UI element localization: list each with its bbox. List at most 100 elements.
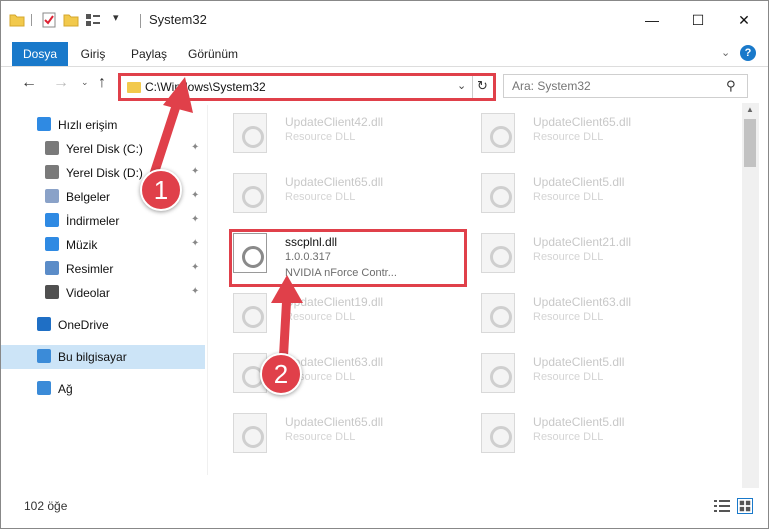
sidebar-item-label: Yerel Disk (C:) <box>66 142 143 156</box>
file-type: Resource DLL <box>533 251 604 263</box>
new-folder-icon[interactable] <box>63 12 79 28</box>
file-item[interactable]: sscplnl.dll 1.0.0.317 NVIDIA nForce Contr.… <box>215 227 453 283</box>
address-dropdown-icon[interactable]: ⌄ <box>457 79 466 92</box>
title-bar: ▾ System32 — ☐ ✕ <box>1 1 768 39</box>
file-item[interactable]: UpdateClient65.dll Resource DLL <box>215 167 453 223</box>
up-arrow-icon[interactable]: ↑ <box>98 74 106 92</box>
scrollbar-thumb[interactable] <box>744 119 756 167</box>
file-name: UpdateClient5.dll <box>533 175 625 189</box>
quick-access-dropdown-icon[interactable]: ▾ <box>113 11 119 24</box>
forward-arrow-icon[interactable]: → <box>53 74 69 92</box>
file-item[interactable]: UpdateClient65.dll Resource DLL <box>215 407 453 463</box>
file-name: sscplnl.dll <box>285 235 338 249</box>
address-separator <box>472 76 473 98</box>
sidebar-item[interactable]: Ağ <box>1 377 205 401</box>
sidebar-item[interactable]: Resimler ✦ <box>1 257 205 281</box>
sidebar-item-label: Videolar <box>66 286 110 300</box>
ribbon-tabs: Dosya Giriş Paylaş Görünüm ⌄ ? <box>1 42 768 66</box>
ribbon-expand-icon[interactable]: ⌄ <box>721 46 730 59</box>
file-item[interactable]: UpdateClient63.dll Resource DLL <box>463 287 701 343</box>
dll-file-icon <box>481 293 515 333</box>
downloads-icon <box>45 213 59 227</box>
tab-share[interactable]: Paylaş <box>125 42 173 66</box>
scroll-up-icon[interactable]: ▲ <box>746 105 754 114</box>
tab-file[interactable]: Dosya <box>12 42 68 66</box>
pin-icon[interactable]: ✦ <box>191 238 199 249</box>
file-item[interactable]: UpdateClient21.dll Resource DLL <box>463 227 701 283</box>
tab-home[interactable]: Giriş <box>73 42 113 66</box>
file-name: UpdateClient65.dll <box>533 115 632 129</box>
file-type: Resource DLL <box>533 431 604 443</box>
sidebar-item[interactable]: Bu bilgisayar <box>1 345 205 369</box>
folder-icon[interactable] <box>9 12 25 28</box>
refresh-icon[interactable]: ↻ <box>477 78 488 94</box>
file-type: Resource DLL <box>533 311 604 323</box>
onedrive-icon <box>37 317 51 331</box>
back-arrow-icon[interactable]: ← <box>21 74 37 92</box>
toolbar-separator <box>31 14 32 26</box>
file-item[interactable]: UpdateClient5.dll Resource DLL <box>463 407 701 463</box>
dll-file-icon <box>233 233 267 273</box>
maximize-icon: ☐ <box>691 11 705 28</box>
dll-file-icon <box>233 413 267 453</box>
close-button[interactable]: ✕ <box>721 1 767 39</box>
file-type: Resource DLL <box>533 371 604 383</box>
pin-icon[interactable]: ✦ <box>191 214 199 225</box>
file-item[interactable]: UpdateClient63.dll Resource DLL <box>215 347 453 403</box>
search-icon[interactable]: ⚲ <box>726 78 736 94</box>
status-bar: 102 öğe <box>1 495 768 529</box>
recent-locations-icon[interactable]: ⌄ <box>81 77 89 88</box>
pane-divider <box>207 105 208 475</box>
sidebar-item[interactable]: Videolar ✦ <box>1 281 205 305</box>
pictures-icon <box>45 261 59 275</box>
search-input[interactable] <box>512 79 712 93</box>
navigation-bar: ← → ⌄ ↑ C:\Windows\System32 ⌄ ↻ ⚲ <box>1 67 768 101</box>
minimize-button[interactable]: — <box>629 1 675 39</box>
drive-icon <box>45 165 59 179</box>
file-item[interactable]: UpdateClient5.dll Resource DLL <box>463 347 701 403</box>
dll-file-icon <box>481 413 515 453</box>
window-title: System32 <box>149 12 207 27</box>
star-icon <box>37 117 51 131</box>
file-item[interactable]: UpdateClient5.dll Resource DLL <box>463 167 701 223</box>
help-icon[interactable]: ? <box>740 45 756 61</box>
sidebar-item-label: Bu bilgisayar <box>58 350 127 364</box>
toolbar-separator <box>140 14 141 28</box>
dll-file-icon <box>233 173 267 213</box>
music-icon <box>45 237 59 251</box>
sidebar-item[interactable]: İndirmeler ✦ <box>1 209 205 233</box>
dll-file-icon <box>481 353 515 393</box>
network-icon <box>37 381 51 395</box>
file-name: UpdateClient65.dll <box>285 175 384 189</box>
step-2-badge: 2 <box>260 353 302 395</box>
item-count: 102 öğe <box>24 499 68 513</box>
step-1-badge: 1 <box>140 169 182 211</box>
sidebar-item[interactable]: OneDrive <box>1 313 205 337</box>
dll-file-icon <box>481 113 515 153</box>
pin-icon[interactable]: ✦ <box>191 262 199 273</box>
file-type: Resource DLL <box>285 431 356 443</box>
search-box[interactable]: ⚲ <box>503 74 748 98</box>
sidebar-item[interactable]: Müzik ✦ <box>1 233 205 257</box>
file-item[interactable]: UpdateClient19.dll Resource DLL <box>215 287 453 343</box>
maximize-button[interactable]: ☐ <box>675 1 721 39</box>
file-type: Resource DLL <box>533 131 604 143</box>
file-name: UpdateClient5.dll <box>533 355 625 369</box>
tab-view[interactable]: Görünüm <box>183 42 243 66</box>
dll-file-icon <box>233 113 267 153</box>
file-type: Resource DLL <box>285 191 356 203</box>
file-item[interactable]: UpdateClient65.dll Resource DLL <box>463 107 701 163</box>
file-item[interactable]: UpdateClient42.dll Resource DLL <box>215 107 453 163</box>
sidebar-item-label: Ağ <box>58 382 73 396</box>
customize-icon[interactable] <box>85 12 101 28</box>
sidebar-item-label: Yerel Disk (D:) <box>66 166 143 180</box>
large-icons-view-icon[interactable] <box>737 498 753 514</box>
properties-icon[interactable] <box>41 12 57 28</box>
pin-icon[interactable]: ✦ <box>191 286 199 297</box>
sidebar-item-label: Müzik <box>66 238 98 252</box>
details-view-icon[interactable] <box>714 499 730 513</box>
file-name: UpdateClient21.dll <box>533 235 632 249</box>
videos-icon <box>45 285 59 299</box>
close-icon: ✕ <box>738 11 750 28</box>
explorer-window: ▾ System32 — ☐ ✕ Dosya Giriş Paylaş Görü… <box>0 0 769 529</box>
